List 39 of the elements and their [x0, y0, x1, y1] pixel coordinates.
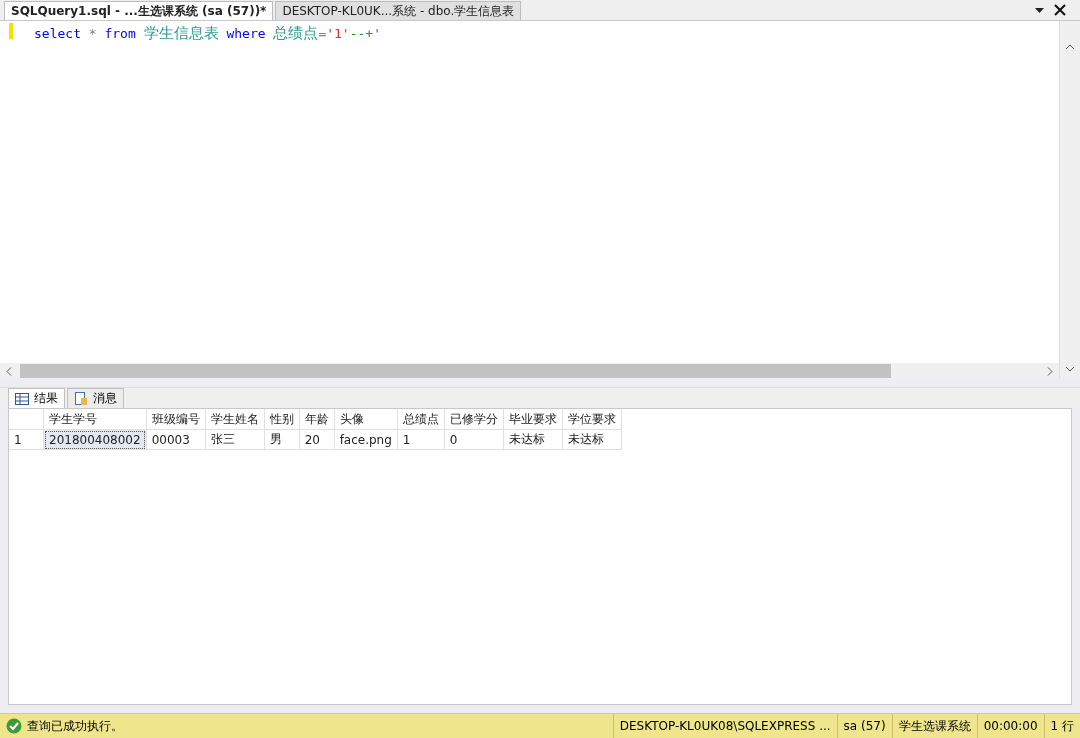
column-header[interactable]: 总绩点: [397, 409, 445, 430]
column-header[interactable]: 已修学分: [444, 409, 504, 430]
table-cell: 未达标: [503, 429, 563, 450]
status-field: DESKTOP-KL0UK08\SQLEXPRESS ...: [612, 714, 837, 738]
corner-cell: [9, 409, 44, 430]
table-cell: 1: [397, 429, 445, 450]
table-cell: 0: [444, 429, 504, 450]
document-tab[interactable]: SQLQuery1.sql - ...生选课系统 (sa (57))*: [4, 1, 274, 20]
result-tab[interactable]: 消息: [67, 388, 124, 408]
status-message: 查询已成功执行。: [26, 717, 124, 735]
table-cell: face.png: [334, 429, 398, 450]
code-line: select * from 学生信息表 where 总绩点='1'--+': [33, 23, 381, 42]
row-number: 1: [9, 429, 44, 450]
column-header[interactable]: 头像: [334, 409, 398, 430]
close-icon[interactable]: [1054, 4, 1066, 16]
scrollbar-thumb[interactable]: [20, 364, 891, 378]
table-cell: 00003: [146, 429, 206, 450]
dropdown-icon[interactable]: [1035, 7, 1044, 13]
column-header[interactable]: 学生学号: [43, 409, 147, 430]
column-header[interactable]: 年龄: [299, 409, 335, 430]
grid-icon: [15, 392, 29, 405]
status-field: 1 行: [1043, 714, 1080, 738]
document-icon: [74, 391, 88, 406]
table-cell: 张三: [205, 429, 265, 450]
column-header[interactable]: 班级编号: [146, 409, 206, 430]
column-header[interactable]: 毕业要求: [503, 409, 563, 430]
status-field: 学生选课系统: [891, 714, 977, 738]
column-header[interactable]: 学生姓名: [205, 409, 265, 430]
table-cell: 20: [299, 429, 335, 450]
success-check-icon: [6, 718, 22, 734]
change-marker: [9, 23, 13, 39]
document-tab[interactable]: DESKTOP-KL0UK...系统 - dbo.学生信息表: [275, 1, 522, 20]
result-tab[interactable]: 结果: [8, 388, 65, 408]
column-header[interactable]: 性别: [264, 409, 300, 430]
column-header[interactable]: 学位要求: [562, 409, 622, 430]
status-field: 00:00:00: [976, 714, 1044, 738]
table-cell: 未达标: [562, 429, 622, 450]
table-cell: 男: [264, 429, 300, 450]
status-field: sa (57): [836, 714, 892, 738]
